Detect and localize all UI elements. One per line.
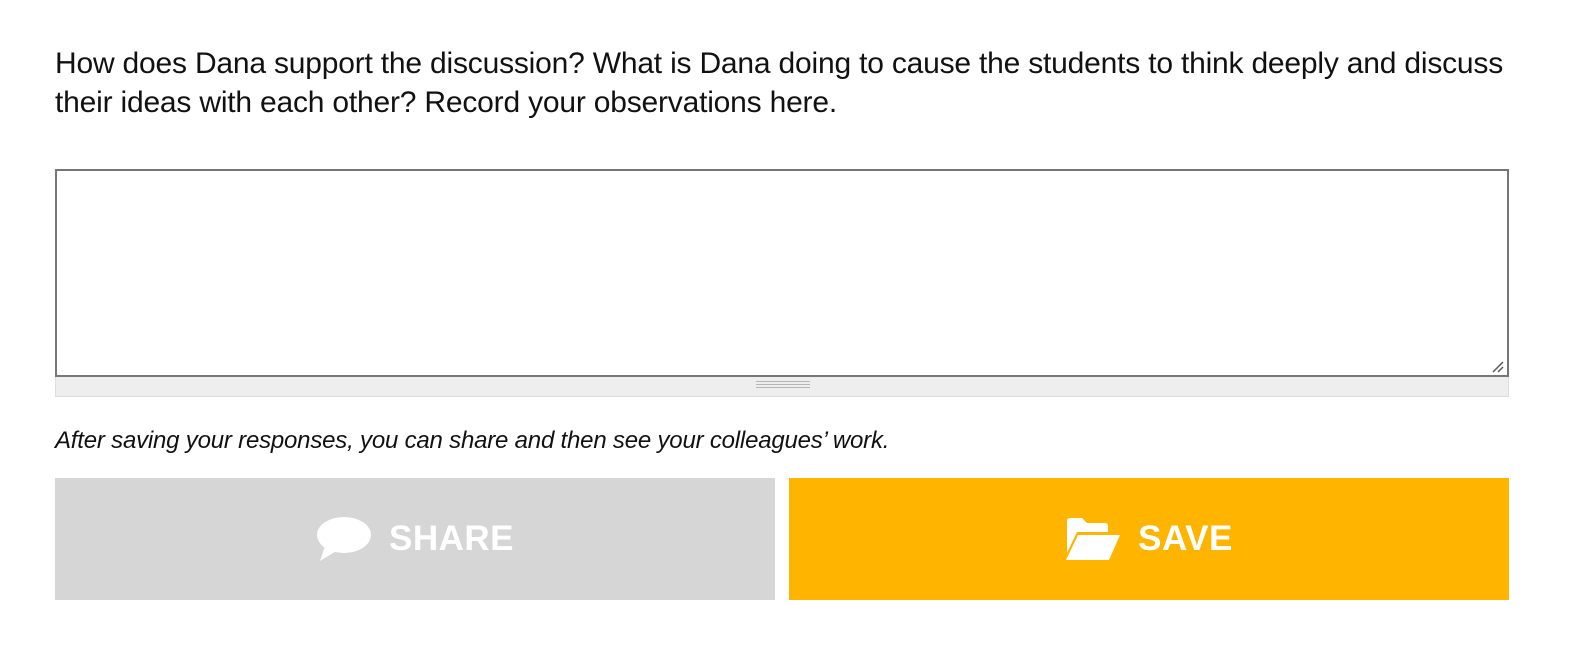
share-button-label: SHARE [388,519,515,558]
resize-handle-icon[interactable] [1490,359,1504,373]
response-textarea[interactable] [55,169,1509,377]
save-button[interactable]: SAVE [789,478,1509,600]
share-button[interactable]: SHARE [55,478,775,600]
textarea-grippie[interactable] [55,377,1509,397]
share-note: After saving your responses, you can sha… [55,427,890,454]
grippie-lines-icon [756,381,810,391]
question-prompt: How does Dana support the discussion? Wh… [55,47,1504,119]
open-folder-icon [1065,517,1121,561]
speech-bubble-icon [316,516,372,562]
save-button-label: SAVE [1138,519,1233,558]
response-field-container [55,169,1509,397]
